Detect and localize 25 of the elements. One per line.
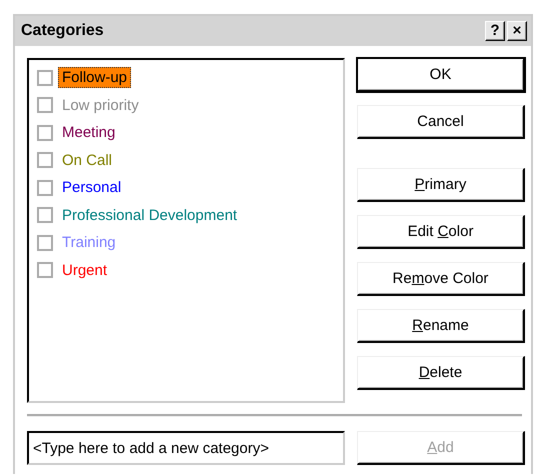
category-label[interactable]: Professional Development xyxy=(58,204,242,226)
dialog-button[interactable]: Edit Color xyxy=(357,215,525,249)
dialog-button[interactable]: Delete xyxy=(357,356,525,390)
category-label[interactable]: Follow-up xyxy=(58,67,132,88)
window-title: Categories xyxy=(21,22,105,40)
checkbox[interactable] xyxy=(37,124,53,141)
category-label[interactable]: Urgent xyxy=(58,260,112,281)
close-button[interactable]: × xyxy=(507,21,527,41)
checkbox[interactable] xyxy=(37,262,53,278)
new-category-field[interactable]: <Type here to add a new category> xyxy=(27,431,345,465)
help-button[interactable]: ? xyxy=(485,21,505,41)
checkbox[interactable] xyxy=(37,207,53,224)
category-label[interactable]: Meeting xyxy=(58,122,120,144)
dialog-button[interactable]: OK xyxy=(357,58,525,92)
checkbox[interactable] xyxy=(37,97,53,114)
checkbox[interactable] xyxy=(37,152,53,168)
category-label[interactable]: Personal xyxy=(58,177,126,198)
dialog-button[interactable]: Primary xyxy=(357,168,525,202)
dialog-button[interactable]: Rename xyxy=(357,309,525,343)
checkbox[interactable] xyxy=(37,70,53,86)
dialog-button[interactable]: Cancel xyxy=(357,105,525,139)
category-label[interactable]: On Call xyxy=(58,150,116,171)
dialog-button[interactable]: Remove Color xyxy=(357,262,525,296)
checkbox[interactable] xyxy=(37,234,53,251)
checkbox[interactable] xyxy=(37,180,53,196)
